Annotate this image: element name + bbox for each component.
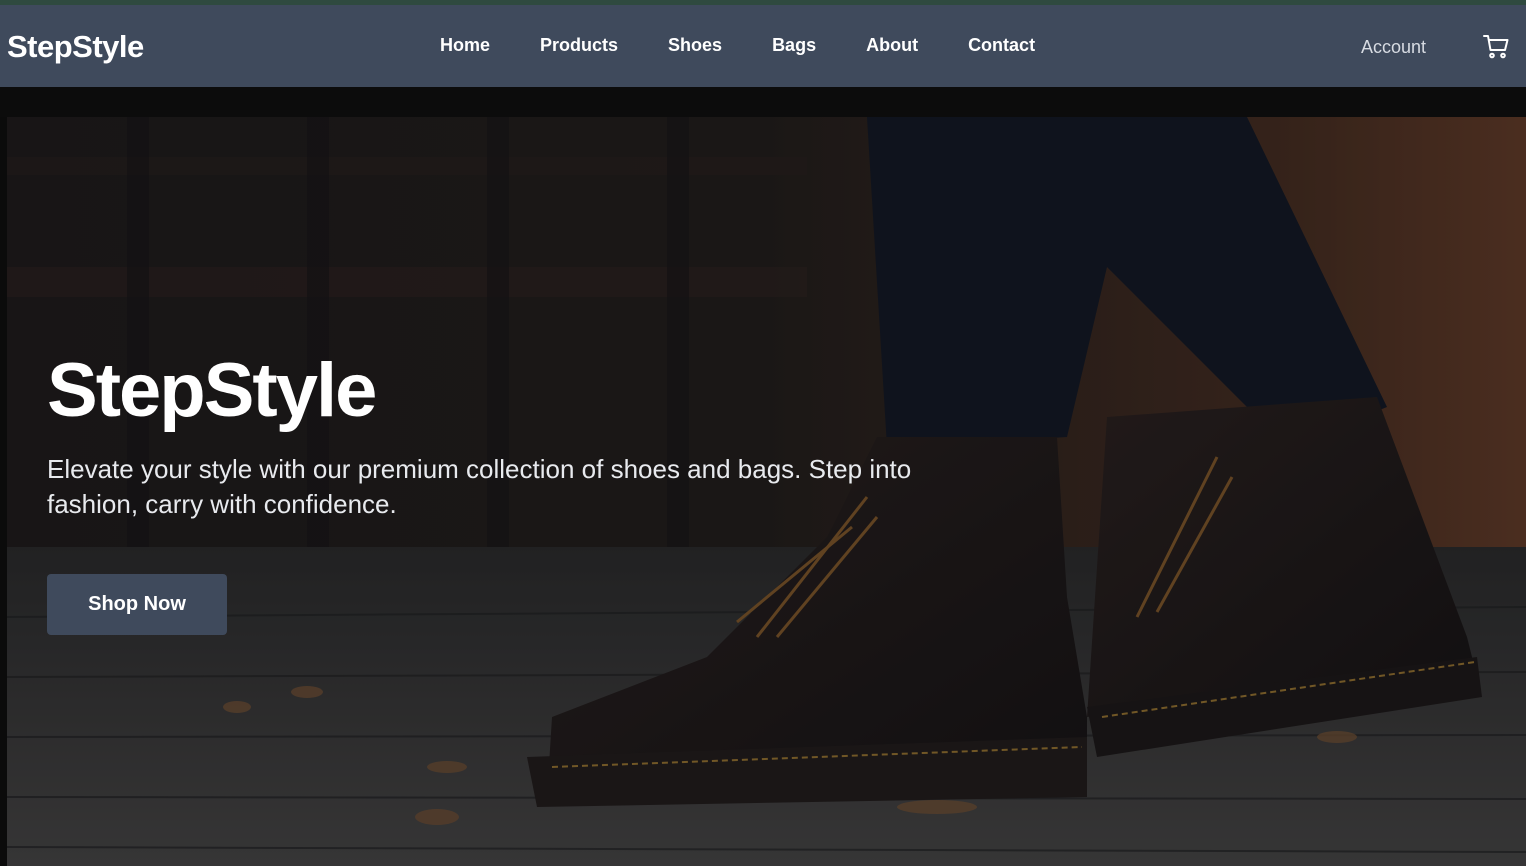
brand-logo[interactable]: StepStyle bbox=[7, 29, 144, 65]
header-shadow-band bbox=[0, 87, 1526, 117]
hero-title: StepStyle bbox=[47, 348, 377, 433]
nav-bags[interactable]: Bags bbox=[772, 35, 816, 56]
cart-icon[interactable] bbox=[1483, 34, 1509, 60]
nav-contact[interactable]: Contact bbox=[968, 35, 1035, 56]
navbar: StepStyle Home Products Shoes Bags About… bbox=[0, 5, 1526, 87]
nav-about[interactable]: About bbox=[866, 35, 918, 56]
shop-now-button[interactable]: Shop Now bbox=[47, 574, 227, 635]
nav-shoes[interactable]: Shoes bbox=[668, 35, 722, 56]
nav-products[interactable]: Products bbox=[540, 35, 618, 56]
hero-subtitle: Elevate your style with our premium coll… bbox=[47, 454, 912, 519]
nav-home[interactable]: Home bbox=[440, 35, 490, 56]
hero-section: StepStyle Elevate your style with our pr… bbox=[7, 117, 1526, 866]
main-nav: Home Products Shoes Bags About Contact bbox=[440, 35, 1085, 56]
account-link[interactable]: Account bbox=[1361, 37, 1426, 58]
